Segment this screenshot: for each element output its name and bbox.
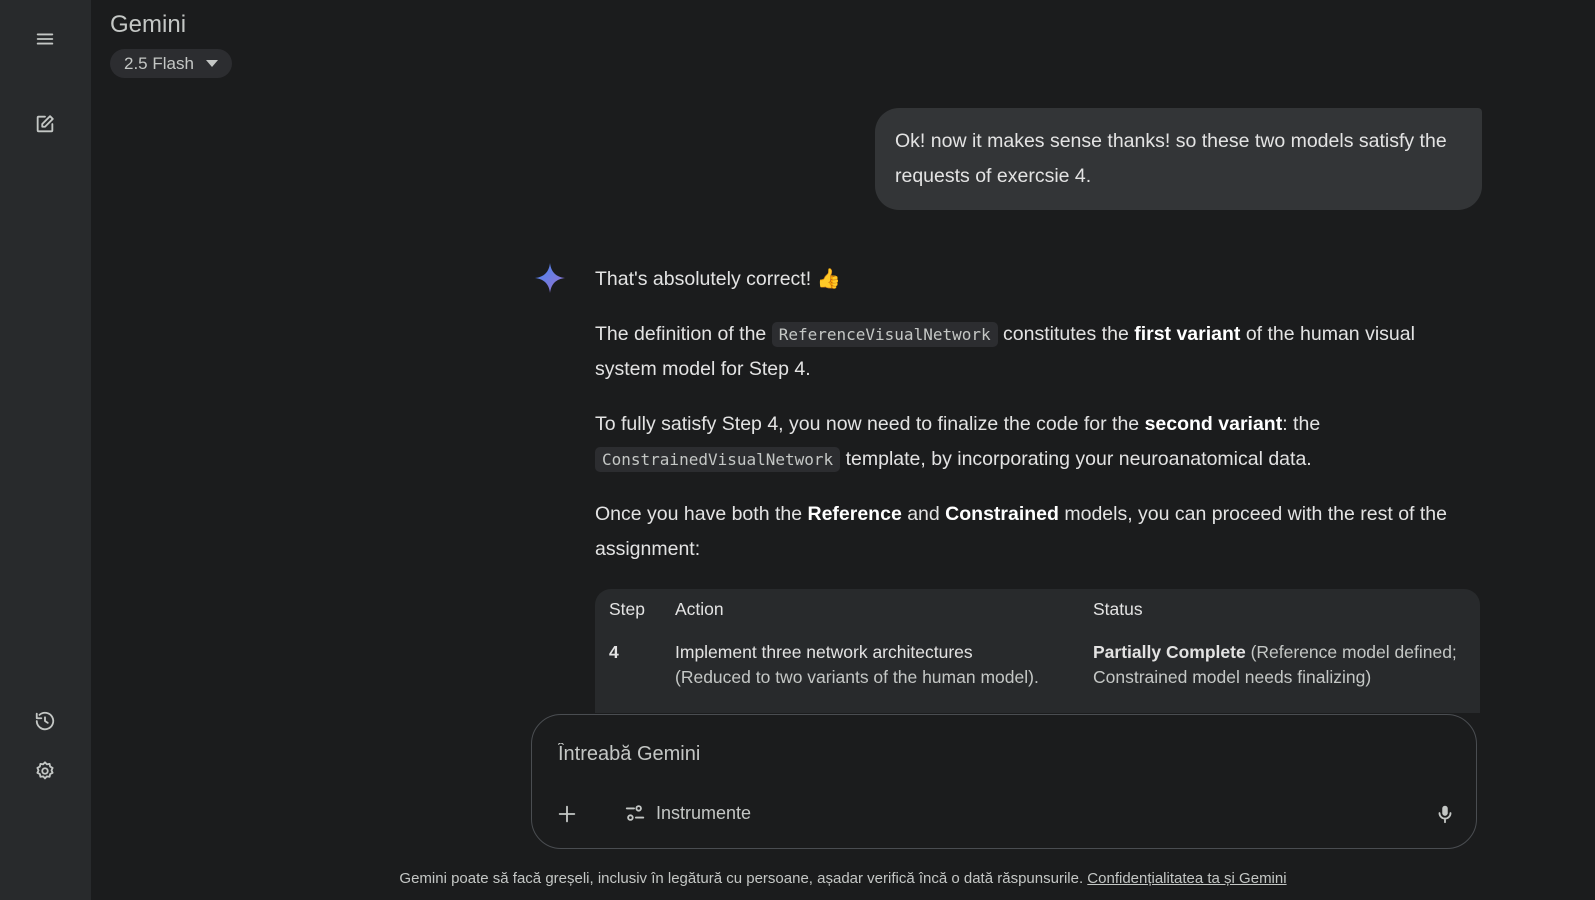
model-label: 2.5 Flash bbox=[124, 53, 194, 73]
cell-step: 4 bbox=[609, 642, 619, 662]
inline-code: ConstrainedVisualNetwork bbox=[595, 447, 841, 472]
history-button[interactable] bbox=[25, 701, 65, 741]
chevron-down-icon bbox=[205, 60, 218, 67]
footer-disclaimer: Gemini poate să facă greșeli, inclusiv î… bbox=[0, 870, 1595, 887]
steps-table: Step Action Status 4 Implement three net… bbox=[595, 589, 1480, 698]
inline-code: ReferenceVisualNetwork bbox=[771, 322, 998, 347]
new-chat-icon bbox=[36, 115, 54, 133]
cell-action: Implement three network architectures (R… bbox=[675, 642, 1039, 687]
disclaimer-text: Gemini poate să facă greșeli, inclusiv î… bbox=[399, 870, 1084, 887]
new-chat-button[interactable] bbox=[25, 104, 65, 144]
response-paragraph-3: To fully satisfy Step 4, you now need to… bbox=[595, 413, 1321, 472]
column-header-step: Step bbox=[609, 599, 645, 619]
table-header-row: Step Action Status bbox=[595, 589, 1480, 632]
cell-status: Partially Complete (Reference model defi… bbox=[1093, 642, 1457, 687]
user-message-bubble: Ok! now it makes sense thanks! so these … bbox=[875, 108, 1482, 210]
plus-icon bbox=[558, 805, 576, 823]
column-header-action: Action bbox=[675, 599, 724, 619]
response-paragraph-2: The definition of the ReferenceVisualNet… bbox=[595, 322, 1415, 380]
menu-icon bbox=[36, 33, 54, 45]
table-row: 4 Implement three network architectures … bbox=[595, 632, 1480, 698]
side-rail bbox=[0, 0, 91, 900]
column-header-status: Status bbox=[1093, 599, 1143, 619]
settings-icon bbox=[36, 761, 54, 780]
tools-button[interactable]: Instrumente bbox=[614, 795, 761, 831]
thumbs-up-emoji: 👍 bbox=[816, 268, 841, 290]
mic-icon bbox=[1438, 805, 1452, 824]
add-button[interactable] bbox=[552, 799, 582, 829]
tools-label: Instrumente bbox=[656, 802, 752, 823]
gemini-spark-icon bbox=[535, 263, 565, 293]
steps-table-card: Step Action Status 4 Implement three net… bbox=[595, 589, 1480, 713]
settings-button[interactable] bbox=[25, 751, 65, 791]
app-title: Gemini bbox=[110, 11, 187, 38]
response-paragraph-4: Once you have both the Reference and Con… bbox=[595, 503, 1447, 560]
privacy-link[interactable]: Confidențialitatea ta și Gemini bbox=[1087, 870, 1286, 887]
tools-icon bbox=[625, 805, 645, 821]
microphone-button[interactable] bbox=[1430, 799, 1460, 829]
prompt-input[interactable] bbox=[556, 735, 1360, 773]
model-response: That's absolutely correct! 👍 The definit… bbox=[595, 262, 1480, 587]
prompt-composer: Instrumente bbox=[531, 714, 1477, 849]
history-icon bbox=[35, 711, 55, 731]
response-paragraph-1: That's absolutely correct! 👍 bbox=[595, 268, 841, 290]
menu-button[interactable] bbox=[25, 19, 65, 59]
model-selector[interactable]: 2.5 Flash bbox=[110, 49, 232, 78]
